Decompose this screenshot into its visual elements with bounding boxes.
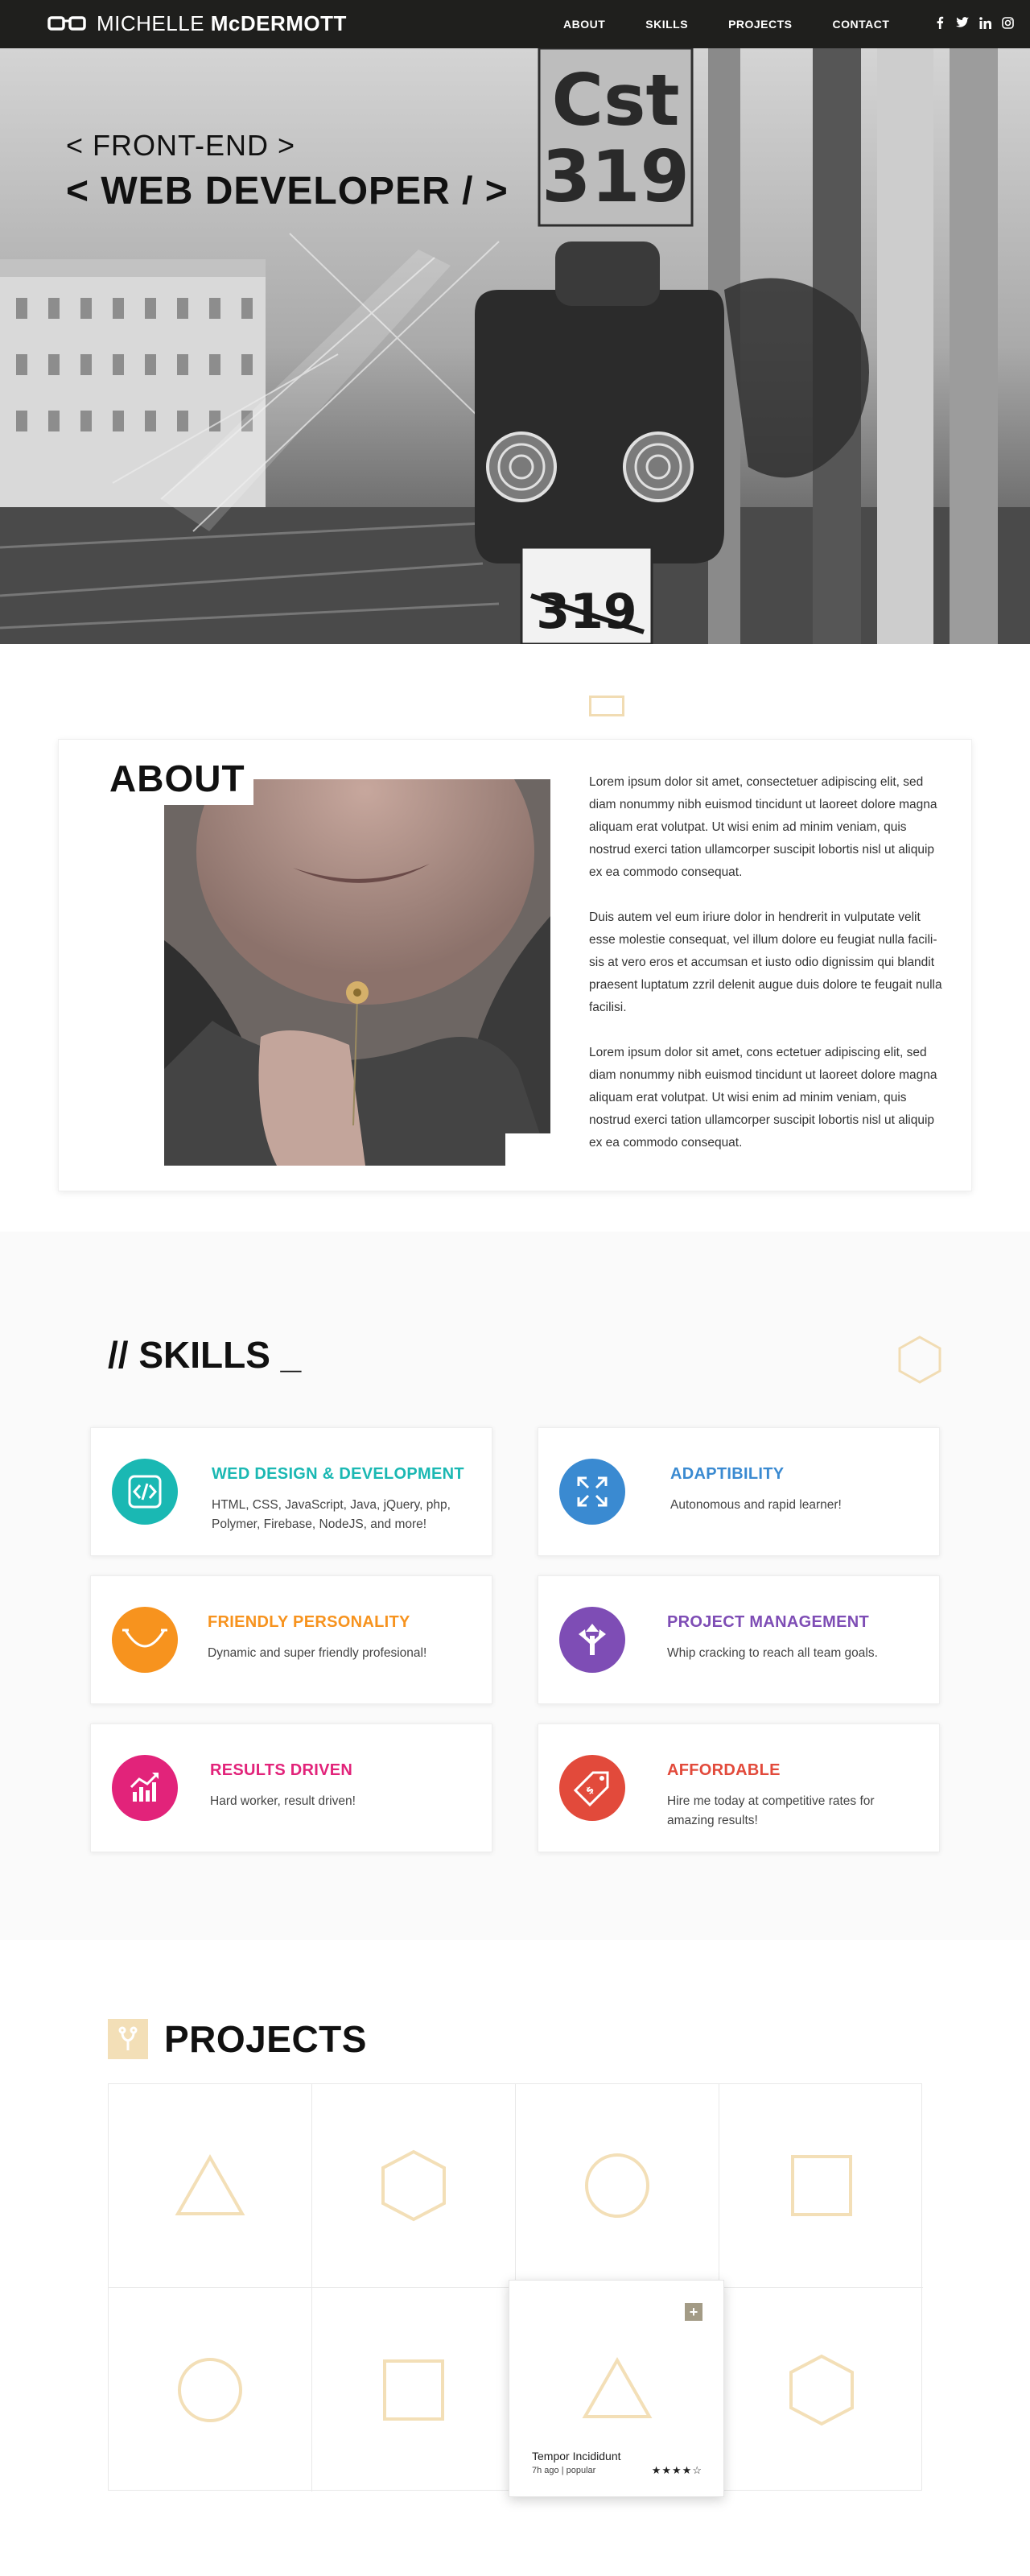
nav-skills[interactable]: SKILLS bbox=[645, 18, 688, 31]
skill-card-web-design: WED DESIGN & DEVELOPMENT HTML, CSS, Java… bbox=[90, 1427, 492, 1556]
linkedin-icon[interactable] bbox=[978, 16, 991, 29]
hexagon-decor-icon bbox=[898, 1335, 941, 1384]
triangle-icon bbox=[175, 2153, 245, 2215]
skill-description: Whip cracking to reach all team goals. bbox=[667, 1646, 878, 1660]
project-meta: 7h ago | popular bbox=[532, 2466, 596, 2475]
about-decor-rectangle bbox=[589, 696, 624, 716]
skill-card-results: RESULTS DRIVEN Hard worker, result drive… bbox=[90, 1724, 492, 1852]
skill-description: Hard worker, result driven! bbox=[210, 1794, 356, 1808]
facebook-icon[interactable] bbox=[933, 16, 946, 29]
skill-description: HTML, CSS, JavaScript, Java, jQuery, php… bbox=[212, 1498, 451, 1531]
fork-branch-icon bbox=[108, 2019, 148, 2059]
square-icon bbox=[383, 2359, 444, 2421]
skill-title: ADAPTIBILITY bbox=[670, 1465, 785, 1483]
project-tile-8[interactable] bbox=[719, 2288, 923, 2491]
code-icon bbox=[112, 1459, 178, 1525]
nav-projects[interactable]: PROJECTS bbox=[728, 18, 792, 31]
hero-title: < WEB DEVELOPER / > bbox=[66, 170, 509, 213]
about-paragraph-2: Duis autem vel eum iriure dolor in hendr… bbox=[589, 910, 942, 1014]
social-links bbox=[933, 16, 1014, 29]
star-rating: ★★★★☆ bbox=[651, 2464, 702, 2476]
expand-plus-button[interactable]: + bbox=[685, 2303, 702, 2321]
circle-icon bbox=[585, 2153, 649, 2218]
about-title: ABOUT bbox=[106, 753, 253, 805]
project-tile-6[interactable] bbox=[312, 2288, 516, 2491]
about-paragraph-3: Lorem ipsum dolor sit amet, cons ectetue… bbox=[589, 1046, 937, 1150]
skill-card-friendly: FRIENDLY PERSONALITY Dynamic and super f… bbox=[90, 1575, 492, 1704]
about-text: Lorem ipsum dolor sit amet, consectetuer… bbox=[589, 771, 943, 1177]
skill-description: Hire me today at competitive rates for a… bbox=[667, 1794, 875, 1827]
twitter-icon[interactable] bbox=[956, 16, 969, 29]
project-tile-2[interactable] bbox=[312, 2084, 516, 2288]
skill-description: Autonomous and rapid learner! bbox=[670, 1498, 842, 1512]
skill-title: RESULTS DRIVEN bbox=[210, 1761, 353, 1779]
project-tile-1[interactable] bbox=[109, 2084, 312, 2288]
nav-contact[interactable]: CONTACT bbox=[833, 18, 890, 31]
sign-top-line2: 319 bbox=[542, 135, 690, 218]
nav-menu: ABOUT SKILLS PROJECTS CONTACT bbox=[563, 0, 929, 48]
svg-text:$: $ bbox=[583, 1784, 596, 1797]
skill-title: PROJECT MANAGEMENT bbox=[667, 1613, 869, 1631]
projects-title: PROJECTS bbox=[164, 2018, 367, 2060]
skill-card-affordable: $ AFFORDABLE Hire me today at competitiv… bbox=[538, 1724, 940, 1852]
hexagon-icon bbox=[789, 2354, 854, 2425]
circle-icon bbox=[178, 2357, 242, 2422]
skill-description: Dynamic and super friendly profesional! bbox=[208, 1646, 427, 1660]
hexagon-icon bbox=[381, 2149, 446, 2222]
bar-chart-icon bbox=[112, 1755, 178, 1821]
triangle-icon bbox=[582, 2356, 653, 2418]
skills-title: // SKILLS _ bbox=[108, 1334, 302, 1376]
square-icon bbox=[790, 2155, 852, 2216]
price-tag-icon: $ bbox=[559, 1755, 625, 1821]
skill-title: AFFORDABLE bbox=[667, 1761, 781, 1779]
glasses-icon bbox=[47, 15, 86, 31]
hero-subtitle: < FRONT-END > bbox=[66, 129, 296, 162]
brand-last-name: McDERMOTT bbox=[210, 11, 347, 35]
sign-top-line1: Cst bbox=[551, 59, 679, 142]
nav-about[interactable]: ABOUT bbox=[563, 18, 605, 31]
project-name: Tempor Incididunt bbox=[532, 2450, 621, 2462]
skill-title: WED DESIGN & DEVELOPMENT bbox=[212, 1465, 464, 1483]
brand-name: MICHELLE McDERMOTT bbox=[97, 11, 347, 36]
skill-card-project-management: PROJECT MANAGEMENT Whip cracking to reac… bbox=[538, 1575, 940, 1704]
expand-arrows-icon bbox=[559, 1459, 625, 1525]
hero-banner: Cst 319 319 < FRONT-END > < WEB DEVELOPE… bbox=[0, 48, 1030, 644]
split-arrows-icon bbox=[559, 1607, 625, 1673]
project-tile-5[interactable] bbox=[109, 2288, 312, 2491]
about-photo bbox=[164, 779, 550, 1166]
project-tile-4[interactable] bbox=[719, 2084, 923, 2288]
brand-first-name: MICHELLE bbox=[97, 11, 211, 35]
skill-card-adaptability: ADAPTIBILITY Autonomous and rapid learne… bbox=[538, 1427, 940, 1556]
portrait-image bbox=[164, 779, 550, 1166]
instagram-icon[interactable] bbox=[1001, 16, 1014, 29]
about-paragraph-1: Lorem ipsum dolor sit amet, consectetuer… bbox=[589, 775, 937, 879]
brand-logo[interactable]: MICHELLE McDERMOTT bbox=[47, 11, 347, 36]
smile-icon bbox=[112, 1607, 178, 1673]
skill-title: FRIENDLY PERSONALITY bbox=[208, 1613, 410, 1631]
project-tile-3[interactable] bbox=[516, 2084, 719, 2288]
top-navbar: MICHELLE McDERMOTT ABOUT SKILLS PROJECTS… bbox=[0, 0, 1030, 48]
project-hover-card[interactable]: + Tempor Incididunt 7h ago | popular ★★★… bbox=[509, 2280, 724, 2497]
photo-corner-notch bbox=[505, 1133, 554, 1169]
